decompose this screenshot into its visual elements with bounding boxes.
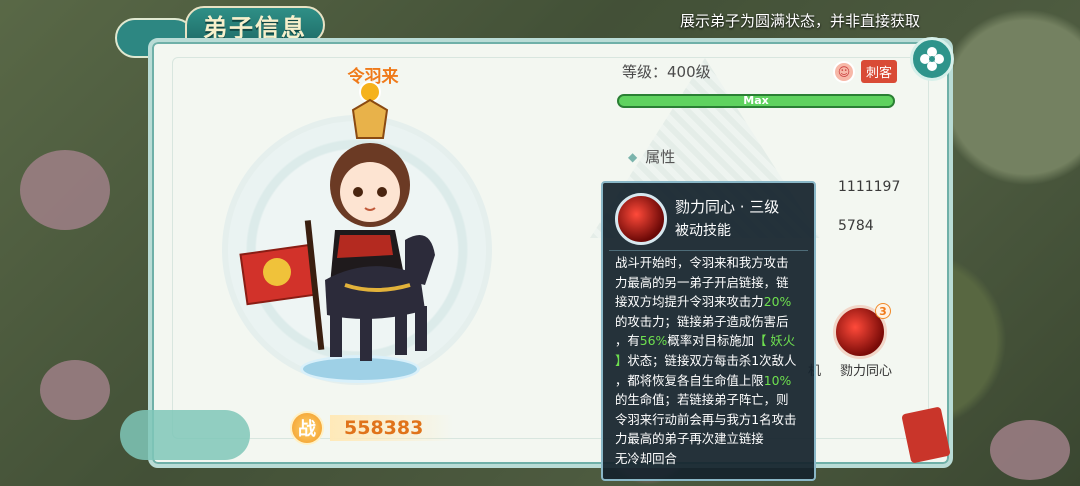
tooltip-skill-name: 勠力同心 · 三级 [675, 198, 780, 216]
desc-line: 的攻击力；链接弟子造成伤害后 [615, 313, 789, 329]
desc-text: 概率对目标施加 [667, 333, 755, 349]
exp-bar: Max [617, 94, 895, 108]
skill-tooltip: 勠力同心 · 三级 被动技能 战斗开始时，令羽来和我方攻击 力最高的另一弟子开启… [601, 181, 816, 481]
desc-text: 状态；链接双方每击杀1次敌人 [627, 352, 797, 368]
skill-blades-icon [615, 193, 667, 245]
stat-value-attack: 5784 [838, 218, 874, 234]
role-badge: 刺客 [861, 60, 898, 83]
attributes-section-title: ◆ 属性 [628, 146, 675, 167]
skill-slot[interactable]: 3 [833, 303, 893, 365]
desc-highlight: 56% [639, 333, 668, 349]
combat-power: 战 558383 [290, 411, 470, 445]
desc-line: 接双方均提升令羽来攻击力20% [615, 292, 815, 312]
desc-line: 的生命值；若链接弟子阵亡，则 [615, 392, 789, 408]
desc-text: ，都将恢复各自生命值上限 [615, 372, 764, 388]
stat-value-hp: 1111197 [838, 179, 901, 195]
desc-text: ，有 [615, 333, 640, 349]
attributes-title-text: 属性 [645, 148, 676, 166]
power-value: 558383 [330, 415, 454, 441]
skill-level-badge: 3 [875, 303, 891, 319]
level-label: 等级：400级 [622, 63, 711, 81]
tooltip-skill-type: 被动技能 [675, 223, 731, 239]
character-portrait [239, 81, 435, 361]
cloud-decoration [120, 410, 250, 460]
role-indicator: ☺ 刺客 [833, 60, 898, 83]
skill-label: 勠力同心 [840, 364, 893, 379]
power-icon: 战 [290, 411, 324, 445]
desc-highlight: 【 妖火 [754, 333, 796, 349]
diamond-icon: ◆ [628, 149, 638, 164]
desc-line: 无冷却回合 [615, 450, 677, 466]
close-flower-icon [920, 47, 944, 71]
desc-line: ，都将恢复各自生命值上限10% [615, 371, 815, 391]
desc-text: 接双方均提升令羽来攻击力 [615, 294, 764, 310]
desc-highlight: 20% [763, 294, 792, 310]
header-note: 展示弟子为圆满状态，并非直接获取 [679, 12, 920, 30]
assassin-face-icon: ☺ [833, 60, 855, 83]
tooltip-divider [609, 250, 808, 251]
desc-line: ，有56%概率对目标施加【 妖火 [615, 331, 815, 351]
desc-highlight: 10% [763, 372, 792, 388]
desc-line: 令羽来行动前会再与我方1名攻击 [615, 411, 797, 427]
exp-bar-text: Max [743, 94, 769, 107]
desc-line: 力最高的弟子再次建立链接 [615, 431, 764, 447]
desc-line: 战斗开始时，令羽来和我方攻击 [615, 255, 789, 270]
close-button[interactable] [910, 37, 954, 81]
tooltip-description: 战斗开始时，令羽来和我方攻击 力最高的另一弟子开启链接，链 接双方均提升令羽来攻… [615, 253, 815, 469]
desc-line: 力最高的另一弟子开启链接，链 [615, 274, 789, 290]
desc-line: 】状态；链接双方每击杀1次敌人 [615, 352, 797, 368]
